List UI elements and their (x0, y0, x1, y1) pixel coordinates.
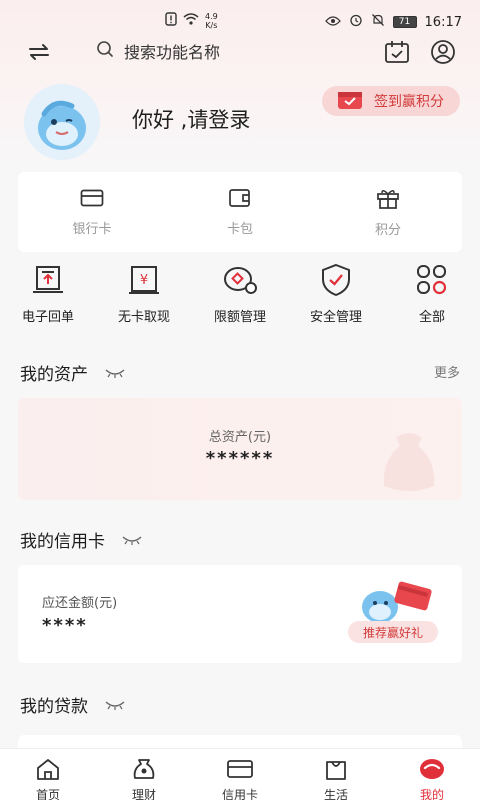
security-shield-icon (318, 262, 354, 298)
function-item-label: 全部 (418, 310, 445, 325)
header-bar: 搜索功能名称 (0, 34, 480, 70)
nav-item-wealth[interactable]: 理财 (96, 749, 192, 800)
quick-item-label: 卡包 (226, 221, 253, 237)
loan-title: 我的贷款 (20, 697, 88, 717)
function-item-label: 安全管理 (309, 310, 362, 325)
quick-item-label: 积分 (374, 222, 401, 238)
wifi-icon (183, 13, 199, 29)
calendar-signin-icon[interactable] (382, 37, 412, 67)
speed-unit: K/s (205, 21, 218, 30)
money-bag-icon (383, 433, 435, 491)
quick-access-card: 银行卡 卡包 积分 (18, 172, 462, 252)
assets-title: 我的资产 (20, 365, 88, 385)
nav-label: 我的 (419, 788, 444, 800)
clock-time: 16:17 (424, 14, 462, 30)
signin-calendar-icon (336, 88, 364, 114)
battery-indicator: 71 (392, 16, 417, 28)
svg-text:¥: ¥ (140, 273, 148, 288)
switch-icon[interactable] (24, 37, 54, 67)
function-item-label: 电子回单 (21, 310, 74, 325)
status-right: 71 16:17 (324, 13, 462, 31)
nav-label: 首页 (35, 788, 60, 800)
nav-item-home[interactable]: 首页 (0, 749, 96, 800)
credit-title: 我的信用卡 (20, 532, 105, 552)
signin-label: 签到赢积分 (374, 94, 444, 110)
all-functions-icon (414, 262, 450, 298)
credit-section-header: 我的信用卡 (20, 527, 143, 552)
network-speed: 4.9 K/s (205, 12, 218, 30)
card-wallet-icon (228, 188, 252, 212)
credit-card-icon (226, 757, 254, 784)
nav-item-mine[interactable]: 我的 (384, 749, 480, 800)
assets-section-header: 我的资产 (20, 360, 126, 385)
login-greeting[interactable]: 你好 ,请登录 (132, 104, 250, 134)
eye-icon (324, 15, 341, 30)
quick-item-label: 银行卡 (72, 221, 112, 237)
function-item-label: 无卡取现 (117, 310, 170, 325)
alarm-icon (349, 13, 363, 31)
status-center: 4.9 K/s (165, 12, 218, 30)
eye-closed-icon[interactable] (104, 363, 126, 383)
home-icon (35, 757, 61, 784)
total-assets-card[interactable]: 总资产(元) ****** (18, 398, 462, 500)
cardless-cash-icon: ¥ (126, 262, 162, 298)
search-input[interactable]: 搜索功能名称 (96, 36, 220, 66)
alert-icon (165, 12, 177, 30)
avatar[interactable] (24, 84, 100, 160)
function-item-e-receipt[interactable]: 电子回单 (0, 262, 96, 332)
nav-label: 生活 (323, 788, 348, 800)
function-item-limit-management[interactable]: 限额管理 (192, 262, 288, 332)
eye-closed-icon[interactable] (121, 530, 143, 550)
e-receipt-icon (30, 262, 66, 298)
quick-item-bank-card[interactable]: 银行卡 (18, 172, 166, 252)
due-amount-label: 应还金额(元) (42, 596, 118, 611)
signin-points-button[interactable]: 签到赢积分 (322, 86, 460, 116)
quick-item-card-wallet[interactable]: 卡包 (166, 172, 314, 252)
nav-item-life[interactable]: 生活 (288, 749, 384, 800)
bank-card-icon (80, 188, 104, 212)
nav-label: 信用卡 (221, 788, 258, 800)
due-amount-value: **** (42, 615, 88, 636)
recommend-gift-button[interactable]: 推荐赢好礼 (348, 621, 438, 643)
mute-icon (371, 13, 385, 31)
shopping-bag-icon (323, 757, 349, 784)
nav-label: 理财 (131, 788, 156, 800)
loan-section-header: 我的贷款 (20, 692, 126, 717)
user-account-icon[interactable] (428, 37, 458, 67)
assets-more-link[interactable]: 更多 (434, 362, 460, 381)
wealth-icon (131, 757, 157, 784)
speed-value: 4.9 (205, 12, 218, 21)
profile-smile-icon (418, 757, 446, 784)
search-icon (96, 40, 114, 62)
function-item-all[interactable]: 全部 (384, 262, 480, 332)
function-item-cardless-cash[interactable]: ¥ 无卡取现 (96, 262, 192, 332)
credit-card-summary[interactable]: 应还金额(元) **** 推荐赢好礼 (18, 565, 462, 663)
nav-item-credit-card[interactable]: 信用卡 (192, 749, 288, 800)
eye-closed-icon[interactable] (104, 695, 126, 715)
search-placeholder: 搜索功能名称 (124, 43, 221, 62)
limit-management-icon (222, 262, 258, 298)
gift-icon (376, 187, 400, 213)
bottom-nav: 首页 理财 信用卡 生活 我的 (0, 748, 480, 800)
quick-item-points[interactable]: 积分 (314, 172, 462, 252)
function-item-label: 限额管理 (213, 310, 266, 325)
function-item-security[interactable]: 安全管理 (288, 262, 384, 332)
function-grid: 电子回单 ¥ 无卡取现 限额管理 安全管理 全部 (0, 262, 480, 332)
